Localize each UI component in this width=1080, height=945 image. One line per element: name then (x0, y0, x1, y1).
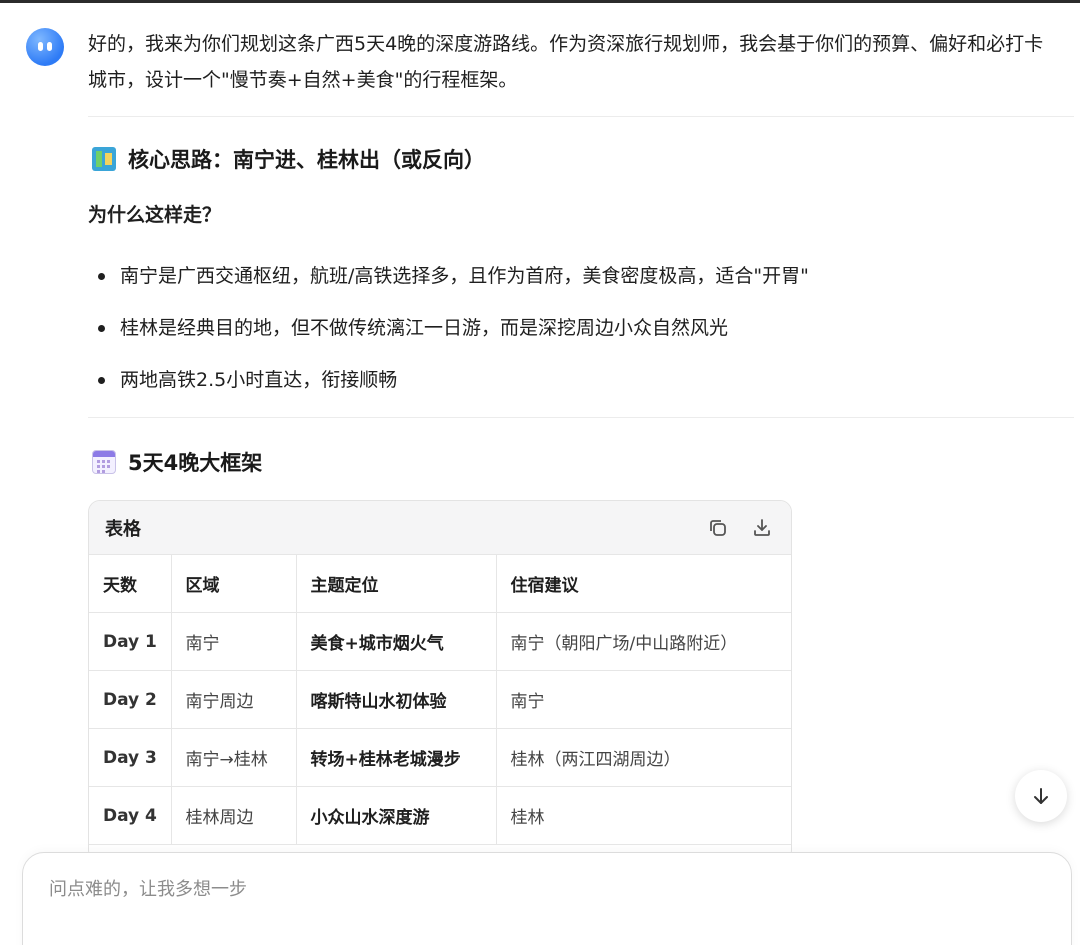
theme-cell: 转场+桂林老城漫步 (296, 728, 497, 787)
list-item: 南宁是广西交通枢纽，航班/高铁选择多，且作为首府，美食密度极高，适合"开胃" (98, 250, 809, 302)
table-header-bar: 表格 (89, 501, 791, 555)
copy-icon (710, 519, 726, 536)
stay-cell: 桂林（两江四湖周边） (496, 728, 791, 787)
itinerary-table-card: 表格 天数 区域 主题定位 住宿建议 Day 1 南宁 美食+城市烟火气 南宁（… (88, 500, 792, 862)
column-header: 住宿建议 (496, 555, 791, 613)
section-heading-framework: 5天4晚大框架 (92, 447, 262, 477)
avatar-eye-icon (47, 42, 52, 51)
stay-cell: 南宁（朝阳广场/中山路附近） (496, 612, 791, 671)
theme-cell: 喀斯特山水初体验 (296, 670, 497, 729)
top-edge (0, 0, 1080, 3)
download-icon (754, 518, 770, 536)
list-item: 桂林是经典目的地，但不做传统漓江一日游，而是深挖周边小众自然风光 (98, 302, 809, 354)
divider (88, 116, 1074, 117)
chat-page: 好的，我来为你们规划这条广西5天4晚的深度游路线。作为资深旅行规划师，我会基于你… (0, 0, 1080, 945)
table-row: Day 1 南宁 美食+城市烟火气 南宁（朝阳广场/中山路附近） (89, 612, 791, 671)
calendar-icon (92, 450, 116, 474)
day-cell: Day 3 (89, 728, 172, 787)
stay-cell: 南宁 (496, 670, 791, 729)
table-row: Day 3 南宁→桂林 转场+桂林老城漫步 桂林（两江四湖周边） (89, 728, 791, 787)
region-cell: 桂林周边 (171, 786, 297, 845)
table-row: Day 4 桂林周边 小众山水深度游 桂林 (89, 786, 791, 845)
region-cell: 南宁周边 (171, 670, 297, 729)
section-heading-core-idea: 核心思路：南宁进、桂林出（或反向） (92, 144, 485, 174)
divider (88, 417, 1074, 418)
itinerary-table: 天数 区域 主题定位 住宿建议 Day 1 南宁 美食+城市烟火气 南宁（朝阳广… (89, 555, 791, 845)
table-label: 表格 (105, 518, 141, 540)
arrow-down-icon (1034, 788, 1048, 804)
day-cell: Day 4 (89, 786, 172, 845)
theme-cell: 美食+城市烟火气 (296, 612, 497, 671)
table-header-row: 天数 区域 主题定位 住宿建议 (89, 555, 791, 613)
section-heading-text: 核心思路：南宁进、桂林出（或反向） (128, 148, 485, 172)
section-heading-text: 5天4晚大框架 (128, 451, 263, 475)
table-row: Day 2 南宁周边 喀斯特山水初体验 南宁 (89, 670, 791, 729)
theme-cell: 小众山水深度游 (296, 786, 497, 845)
intro-paragraph: 好的，我来为你们规划这条广西5天4晚的深度游路线。作为资深旅行规划师，我会基于你… (88, 33, 1044, 91)
list-item: 两地高铁2.5小时直达，衔接顺畅 (98, 354, 809, 406)
stay-cell: 桂林 (496, 786, 791, 845)
avatar-eye-icon (38, 42, 43, 51)
day-cell: Day 2 (89, 670, 172, 729)
region-cell: 南宁 (171, 612, 297, 671)
day-cell: Day 1 (89, 612, 172, 671)
reason-list: 南宁是广西交通枢纽，航班/高铁选择多，且作为首府，美食密度极高，适合"开胃" 桂… (98, 250, 809, 406)
chat-input-box (22, 852, 1072, 945)
region-cell: 南宁→桂林 (171, 728, 297, 787)
column-header: 天数 (89, 555, 172, 613)
copy-button[interactable] (705, 515, 731, 541)
column-header: 主题定位 (296, 555, 497, 613)
scroll-to-bottom-button[interactable] (1015, 770, 1067, 822)
download-button[interactable] (749, 515, 775, 541)
assistant-avatar (26, 28, 64, 66)
map-icon (92, 147, 116, 171)
column-header: 区域 (171, 555, 297, 613)
chat-input[interactable] (47, 871, 1011, 907)
subheading: 为什么这样走？ (88, 204, 222, 226)
